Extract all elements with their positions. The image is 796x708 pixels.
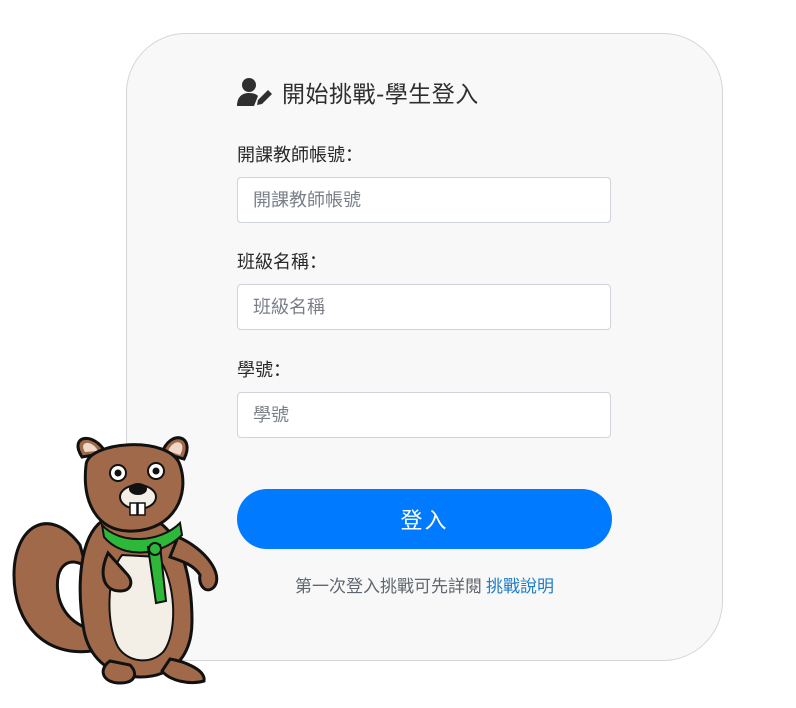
student-id-input[interactable] bbox=[237, 392, 611, 438]
login-header: 開始挑戰-學生登入 bbox=[237, 74, 479, 110]
page-title: 開始挑戰-學生登入 bbox=[282, 82, 479, 108]
teacher-account-label: 開課教師帳號： bbox=[237, 145, 363, 166]
challenge-hint: 第一次登入挑戰可先詳閱 挑戰說明 bbox=[237, 572, 612, 597]
challenge-instructions-link[interactable]: 挑戰說明 bbox=[486, 577, 554, 597]
student-id-label: 學號： bbox=[237, 360, 291, 381]
login-button[interactable]: 登入 bbox=[237, 489, 612, 549]
login-page: 開始挑戰-學生登入 開課教師帳號： 班級名稱： 學號： 登入 第一次登入挑戰可先… bbox=[0, 0, 796, 708]
class-name-label: 班級名稱： bbox=[237, 252, 327, 273]
teacher-account-input[interactable] bbox=[237, 177, 611, 223]
beaver-mascot-illustration bbox=[12, 436, 219, 685]
class-name-input[interactable] bbox=[237, 284, 611, 330]
user-edit-icon bbox=[237, 77, 273, 107]
hint-text: 第一次登入挑戰可先詳閱 bbox=[295, 577, 482, 597]
